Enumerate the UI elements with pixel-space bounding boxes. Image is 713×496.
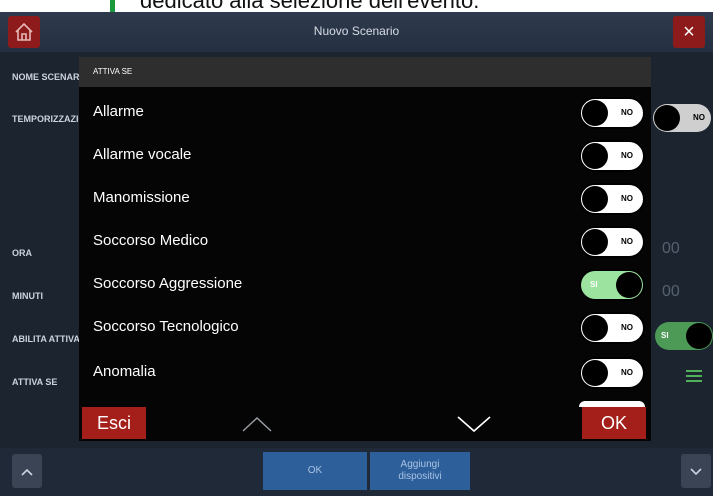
add-devices-line1: Aggiungi bbox=[400, 459, 440, 470]
event-label: Allarme bbox=[93, 103, 144, 120]
soccorso-tecnologico-toggle[interactable]: NO bbox=[579, 312, 645, 344]
event-item-manomissione: Manomissione NO bbox=[79, 177, 651, 221]
abilita-attivazione-toggle[interactable]: SI bbox=[655, 322, 713, 350]
row-label-ora: ORA bbox=[12, 248, 32, 258]
event-label: Allarme vocale bbox=[93, 146, 192, 163]
chevron-up-icon bbox=[21, 468, 33, 476]
row-label-minuti: MINUTI bbox=[12, 291, 43, 301]
minuti-value: 00 bbox=[662, 283, 680, 300]
dialog-title: ATTIVA SE bbox=[93, 67, 133, 76]
list-up-button[interactable] bbox=[242, 407, 272, 437]
bottom-ok-button[interactable]: OK bbox=[263, 452, 367, 490]
event-item-allarme-vocale: Allarme vocale NO bbox=[79, 134, 651, 178]
soccorso-aggressione-toggle[interactable]: SI bbox=[579, 269, 645, 301]
event-item-soccorso-aggressione: Soccorso Aggressione SI bbox=[79, 263, 651, 307]
event-label: Manomissione bbox=[93, 189, 190, 206]
event-item-allarme: Allarme NO bbox=[79, 91, 651, 135]
list-icon[interactable] bbox=[686, 369, 702, 383]
scroll-up-button[interactable] bbox=[12, 454, 42, 488]
add-devices-line2: dispositivi bbox=[398, 471, 442, 482]
event-label: Soccorso Tecnologico bbox=[93, 318, 239, 335]
ora-value: 00 bbox=[662, 240, 680, 257]
chevron-down-icon bbox=[457, 416, 491, 433]
dialog-header: ATTIVA SE bbox=[79, 57, 651, 87]
event-label: Soccorso Medico bbox=[93, 232, 209, 249]
event-label: Anomalia bbox=[93, 363, 156, 380]
window-title: Nuovo Scenario bbox=[313, 24, 400, 38]
anomalia-toggle[interactable]: NO bbox=[579, 357, 645, 389]
attiva-se-dialog: ATTIVA SE Allarme NO Allarme vocale NO M… bbox=[79, 57, 651, 441]
row-label-nome-scenario: NOME SCENARIO bbox=[12, 72, 90, 82]
event-item-soccorso-tecnologico: Soccorso Tecnologico NO bbox=[79, 306, 651, 350]
top-bar: Nuovo Scenario × bbox=[0, 12, 713, 52]
row-label-attiva-se: ATTIVA SE bbox=[12, 377, 58, 387]
manomissione-toggle[interactable]: NO bbox=[579, 183, 645, 215]
scroll-down-button[interactable] bbox=[681, 454, 711, 488]
event-label: Soccorso Aggressione bbox=[93, 275, 243, 292]
list-down-button[interactable] bbox=[457, 407, 491, 437]
soccorso-medico-toggle[interactable]: NO bbox=[579, 226, 645, 258]
close-button[interactable]: × bbox=[673, 16, 705, 48]
chevron-up-icon bbox=[242, 417, 272, 432]
temporizzazione-toggle[interactable]: NO bbox=[653, 104, 711, 132]
ok-button[interactable]: OK bbox=[582, 407, 646, 439]
allarme-vocale-toggle[interactable]: NO bbox=[579, 140, 645, 172]
event-item-soccorso-medico: Soccorso Medico NO bbox=[79, 220, 651, 264]
allarme-toggle[interactable]: NO bbox=[579, 97, 645, 129]
chevron-down-icon bbox=[690, 468, 702, 476]
add-devices-button[interactable]: Aggiungi dispositivi bbox=[370, 452, 470, 490]
esci-button[interactable]: Esci bbox=[82, 407, 146, 439]
event-item-anomalia: Anomalia NO bbox=[79, 351, 651, 395]
